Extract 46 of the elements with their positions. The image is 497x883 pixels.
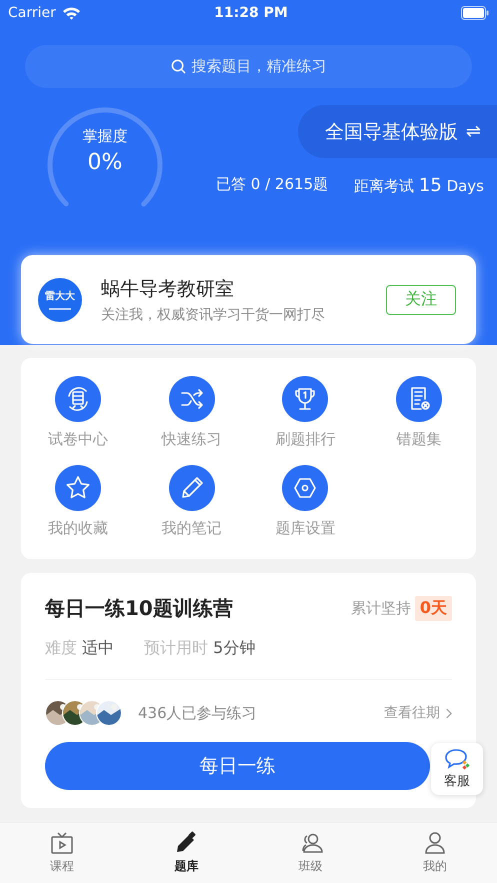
battery-icon (461, 6, 489, 20)
difficulty-text: 难度 适中 (45, 638, 114, 659)
carrier-label: Carrier (8, 5, 56, 21)
tab[interactable]: 班级 (248, 823, 373, 883)
answered-count: 已答 0 / 2615题 (216, 175, 328, 195)
trophy-icon (282, 376, 328, 422)
duration-text: 预计用时 5分钟 (144, 638, 256, 659)
history-link[interactable]: 查看往期 (384, 704, 452, 722)
participants-count: 436人已参与练习 (138, 704, 258, 722)
shuffle-icon (168, 376, 215, 422)
search-icon (170, 59, 186, 74)
mastery-value: 0% (88, 150, 122, 175)
feature-button[interactable]: 刷题排行 (248, 376, 362, 449)
feature-button[interactable]: 题库设置 (248, 465, 362, 538)
feature-button[interactable]: 快速练习 (134, 376, 248, 449)
clock-time: 11:28 PM (213, 5, 289, 21)
daily-practice-button[interactable]: 每日一练 (45, 742, 430, 790)
tab[interactable]: 题库 (124, 823, 248, 883)
chat-bubble-icon (444, 748, 470, 770)
chevron-right-icon (445, 708, 452, 718)
search-field[interactable]: 搜索题目，精准练习 (25, 45, 472, 88)
exam-edition-button[interactable]: 全国导基体验版 ⇌ (298, 105, 497, 158)
pencil-icon (168, 465, 215, 511)
daily-title: 每日一练10题训练营 (45, 595, 234, 622)
channel-logo: 雷大大 (38, 278, 82, 322)
feature-button[interactable]: 我的笔记 (134, 465, 248, 538)
streak-label: 累计坚持 (350, 599, 411, 618)
follow-button[interactable]: 关注 (386, 284, 456, 314)
channel-description: 关注我，权威资讯学习干货一网打尽 (101, 306, 326, 324)
mastery-label: 掌握度 (82, 127, 128, 146)
exam-icon (54, 376, 101, 422)
feature-button[interactable]: 我的收藏 (21, 465, 135, 538)
tab[interactable]: 课程 (0, 823, 124, 883)
tab[interactable]: 我的 (372, 823, 497, 883)
feature-button[interactable]: 错题集 (362, 376, 476, 449)
customer-service-button[interactable]: 客服 (431, 743, 483, 795)
channel-name: 蜗牛导考教研室 (101, 276, 235, 302)
feature-button[interactable]: 试卷中心 (21, 376, 135, 449)
streak-badge: 0天 (414, 596, 452, 621)
person-icon (422, 831, 447, 855)
pencil-icon (174, 831, 198, 855)
exam-countdown: 距离考试 15 Days (354, 175, 484, 196)
settings-icon (282, 465, 328, 511)
tv-icon (50, 831, 74, 855)
document-icon (396, 376, 442, 422)
wifi-icon (62, 6, 81, 20)
